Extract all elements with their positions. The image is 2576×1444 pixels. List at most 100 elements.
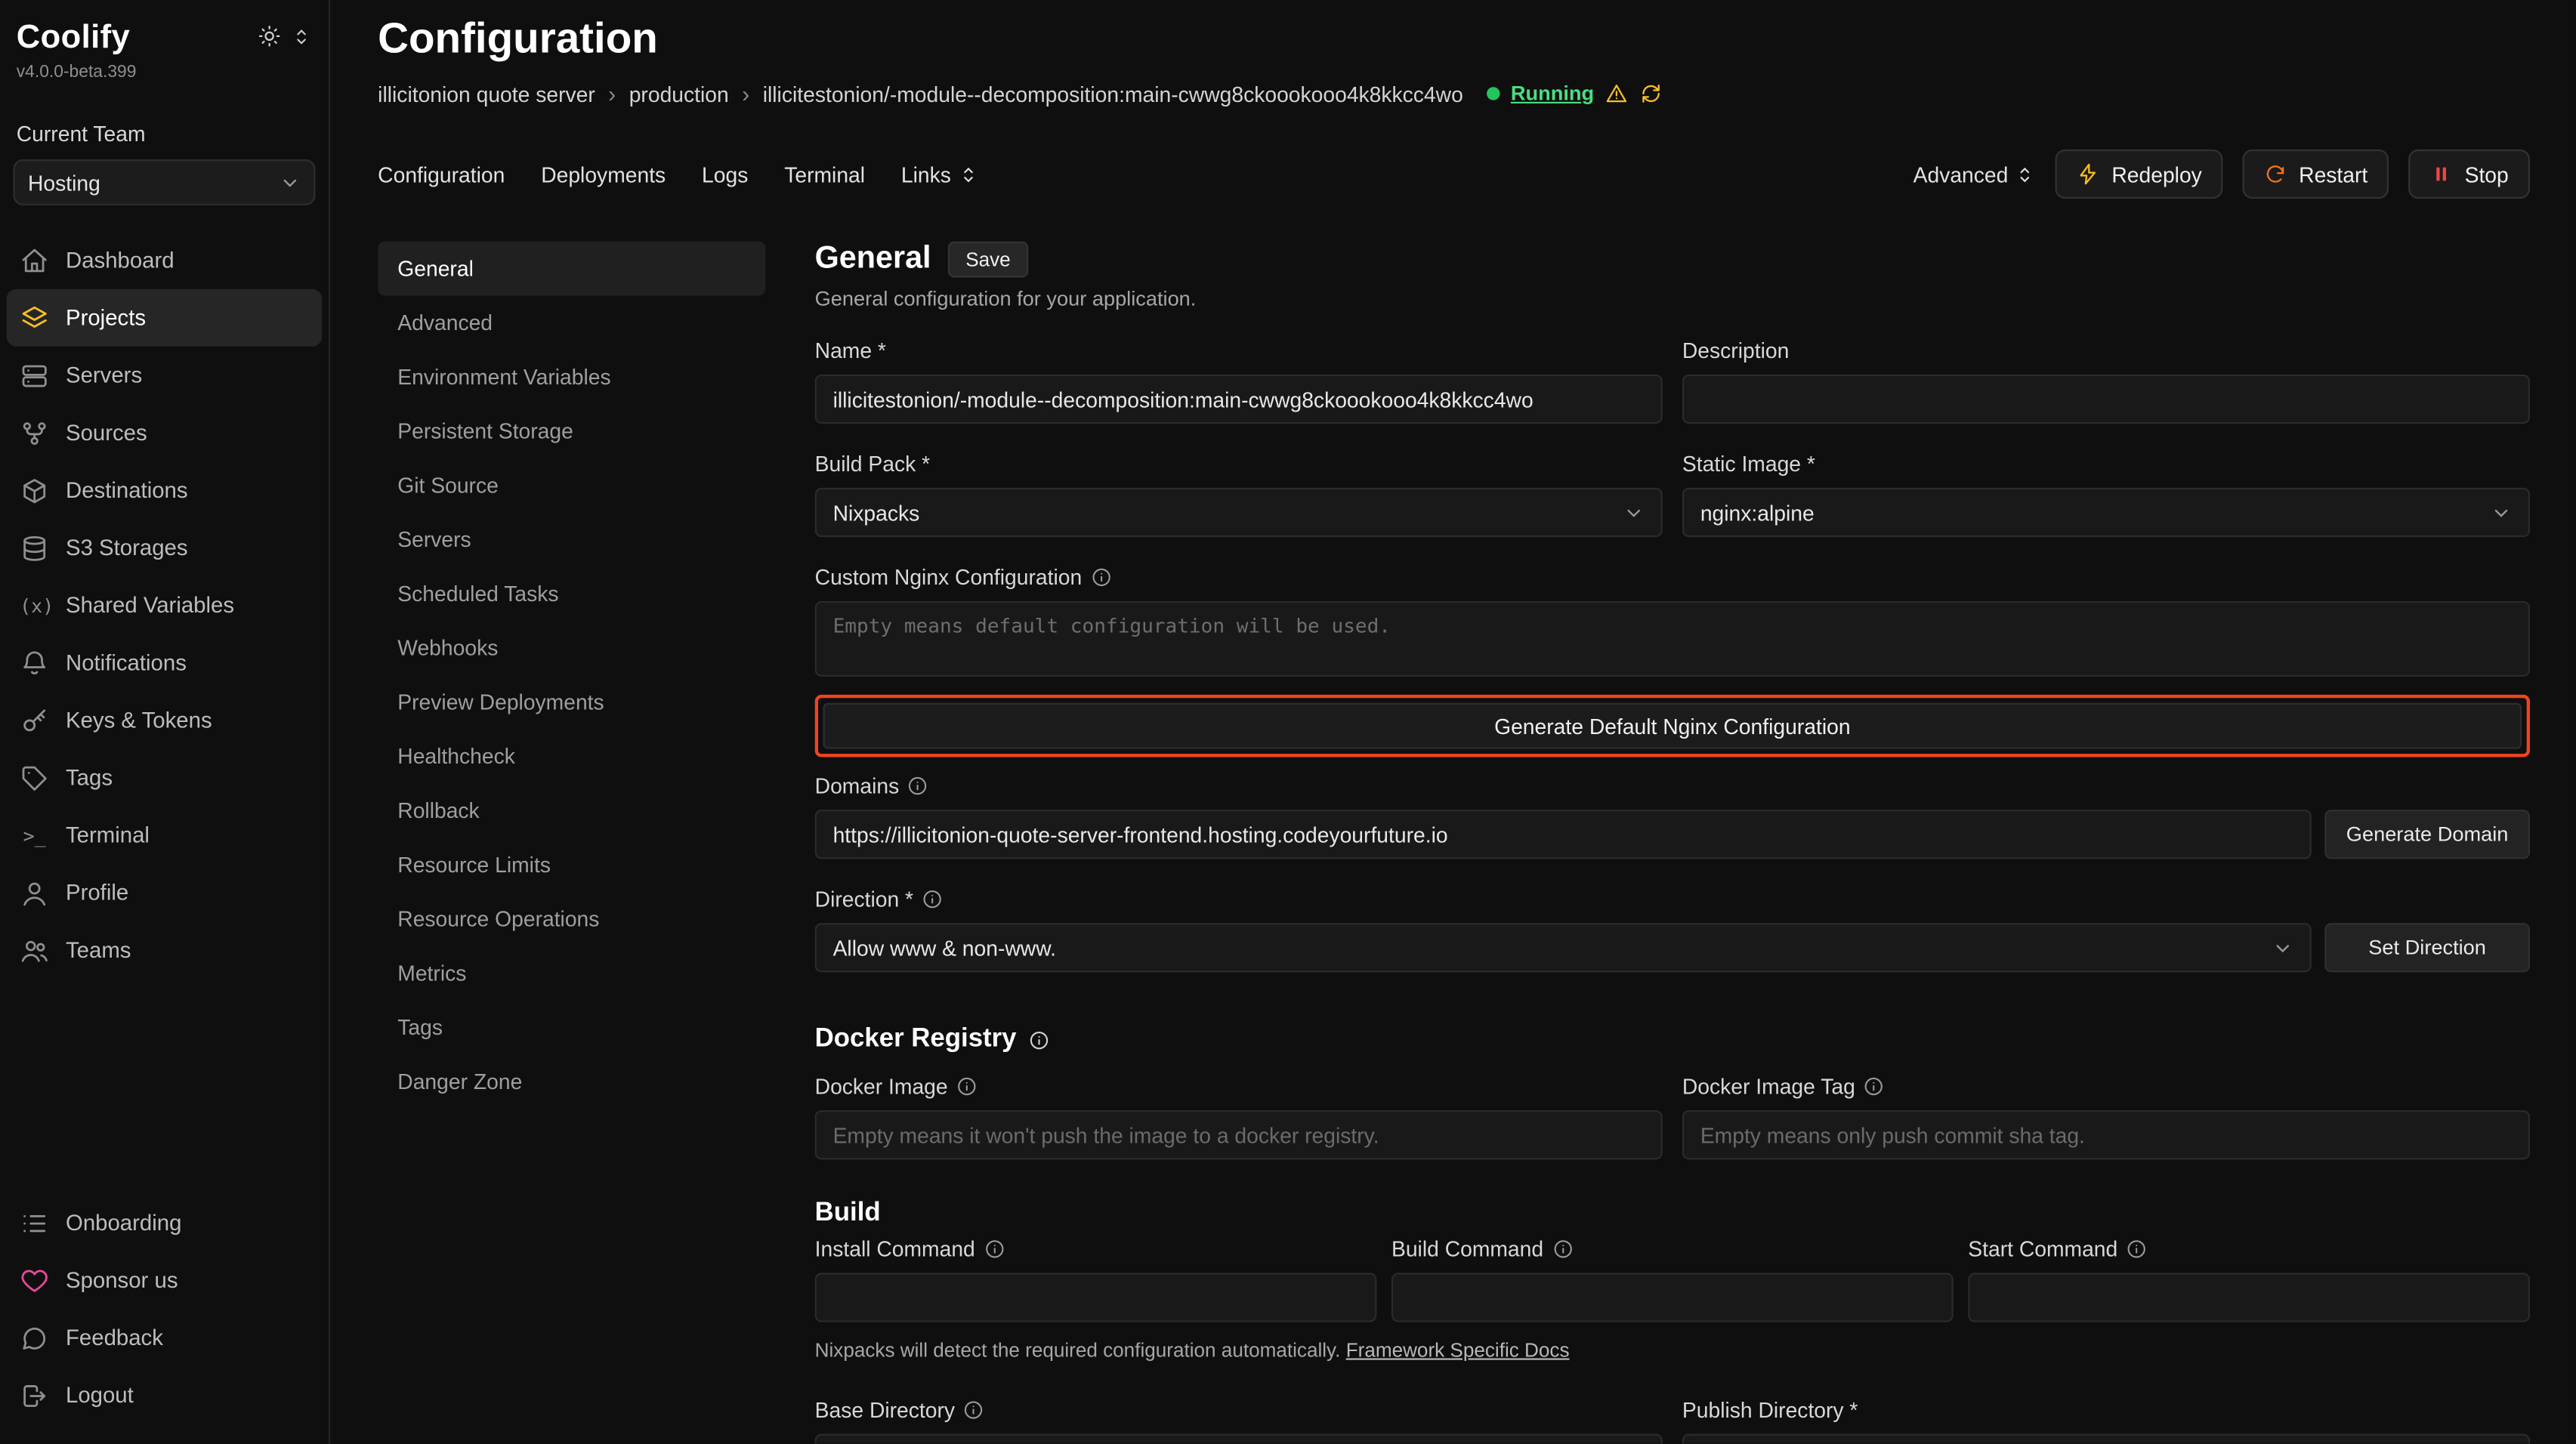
- domains-input[interactable]: [815, 810, 2312, 859]
- app-logo: Coolify: [17, 20, 130, 57]
- app-version: v4.0.0-beta.399: [7, 57, 323, 82]
- selector-icon: [2015, 163, 2036, 184]
- sidebar-item-dashboard[interactable]: Dashboard: [7, 232, 323, 289]
- team-select[interactable]: Hosting: [13, 159, 315, 205]
- theme-selector-icon[interactable]: [291, 26, 312, 47]
- config-nav-git-source[interactable]: Git Source: [378, 458, 765, 513]
- tab-terminal[interactable]: Terminal: [784, 162, 865, 187]
- sidebar-item-projects[interactable]: Projects: [7, 289, 323, 347]
- config-nav-persistent-storage[interactable]: Persistent Storage: [378, 404, 765, 458]
- base-directory-label: Base Directory: [815, 1398, 955, 1423]
- tab-configuration[interactable]: Configuration: [378, 162, 505, 187]
- restart-button[interactable]: Restart: [2243, 150, 2389, 199]
- advanced-dropdown[interactable]: Advanced: [1913, 162, 2037, 187]
- sidebar-item-feedback[interactable]: Feedback: [7, 1309, 323, 1366]
- status-badge[interactable]: Running: [1511, 82, 1594, 105]
- config-nav-healthcheck[interactable]: Healthcheck: [378, 730, 765, 784]
- direction-value: Allow www & non-www.: [833, 935, 1056, 960]
- config-nav-webhooks[interactable]: Webhooks: [378, 621, 765, 675]
- info-icon: [963, 1399, 984, 1421]
- sidebar-item-label: Shared Variables: [66, 593, 234, 618]
- refresh-icon[interactable]: [1640, 82, 1663, 105]
- status-group: Running: [1486, 82, 1663, 105]
- info-icon: [1090, 566, 1111, 588]
- tab-deployments[interactable]: Deployments: [541, 162, 666, 187]
- build-pack-value: Nixpacks: [833, 500, 920, 525]
- sidebar-item-teams[interactable]: Teams: [7, 921, 323, 979]
- terminal-icon: >_: [20, 824, 49, 847]
- config-nav-tags[interactable]: Tags: [378, 1000, 765, 1054]
- braces-icon: (x): [20, 594, 49, 616]
- config-nav-rollback[interactable]: Rollback: [378, 783, 765, 838]
- config-nav-environment-variables[interactable]: Environment Variables: [378, 350, 765, 404]
- stop-button[interactable]: Stop: [2409, 150, 2530, 199]
- nginx-config-textarea[interactable]: [815, 601, 2530, 677]
- description-input[interactable]: [1682, 375, 2530, 424]
- sidebar-nav: Dashboard Projects Servers Sources Desti…: [7, 232, 323, 979]
- info-icon: [1552, 1239, 1573, 1260]
- framework-docs-link[interactable]: Framework Specific Docs: [1346, 1338, 1570, 1361]
- docker-image-tag-input[interactable]: [1682, 1110, 2530, 1159]
- generate-nginx-button[interactable]: Generate Default Nginx Configuration: [823, 703, 2522, 749]
- config-nav-resource-operations[interactable]: Resource Operations: [378, 892, 765, 946]
- config-nav-scheduled-tasks[interactable]: Scheduled Tasks: [378, 566, 765, 621]
- layers-icon: [20, 303, 49, 332]
- static-image-select[interactable]: nginx:alpine: [1682, 488, 2530, 537]
- build-command-input[interactable]: [1391, 1273, 1954, 1322]
- sidebar-item-keys-tokens[interactable]: Keys & Tokens: [7, 692, 323, 749]
- name-label: Name *: [815, 338, 1663, 363]
- tab-logs[interactable]: Logs: [702, 162, 748, 187]
- install-command-input[interactable]: [815, 1273, 1377, 1322]
- coolify-app: Coolify v4.0.0-beta.399 Current Team Hos…: [0, 0, 2576, 1444]
- sidebar-item-label: Servers: [66, 363, 142, 388]
- sidebar-item-terminal[interactable]: >_ Terminal: [7, 807, 323, 864]
- direction-select[interactable]: Allow www & non-www.: [815, 923, 2312, 972]
- theme-sun-icon[interactable]: [258, 25, 280, 48]
- sidebar-item-s3-storages[interactable]: S3 Storages: [7, 519, 323, 576]
- redeploy-label: Redeploy: [2111, 162, 2201, 187]
- warning-icon[interactable]: [1605, 82, 1628, 105]
- build-title: Build: [815, 1199, 881, 1229]
- sidebar-item-servers[interactable]: Servers: [7, 347, 323, 404]
- sidebar-item-onboarding[interactable]: Onboarding: [7, 1194, 323, 1251]
- sidebar-item-label: S3 Storages: [66, 535, 188, 560]
- build-pack-label: Build Pack *: [815, 452, 1663, 477]
- config-nav-metrics[interactable]: Metrics: [378, 946, 765, 1001]
- sidebar-item-profile[interactable]: Profile: [7, 864, 323, 921]
- redeploy-button[interactable]: Redeploy: [2056, 150, 2223, 199]
- sidebar-item-label: Sources: [66, 421, 147, 446]
- save-button[interactable]: Save: [947, 242, 1028, 278]
- set-direction-button[interactable]: Set Direction: [2324, 923, 2530, 972]
- sidebar-item-logout[interactable]: Logout: [7, 1366, 323, 1424]
- sidebar-item-label: Destinations: [66, 478, 188, 503]
- breadcrumb-project[interactable]: illicitonion quote server: [378, 82, 595, 106]
- config-nav-preview-deployments[interactable]: Preview Deployments: [378, 675, 765, 730]
- config-nav-servers[interactable]: Servers: [378, 513, 765, 567]
- build-pack-select[interactable]: Nixpacks: [815, 488, 1663, 537]
- config-nav-resource-limits[interactable]: Resource Limits: [378, 838, 765, 892]
- sidebar-item-sponsor[interactable]: Sponsor us: [7, 1251, 323, 1309]
- breadcrumb-environment[interactable]: production: [629, 82, 729, 106]
- key-icon: [20, 705, 49, 735]
- start-command-input[interactable]: [1968, 1273, 2530, 1322]
- breadcrumb-application[interactable]: illicitestonion/-module--decomposition:m…: [763, 82, 1463, 106]
- config-nav-advanced[interactable]: Advanced: [378, 295, 765, 350]
- sidebar-item-sources[interactable]: Sources: [7, 404, 323, 461]
- generate-domain-button[interactable]: Generate Domain: [2324, 810, 2530, 859]
- docker-image-input[interactable]: [815, 1110, 1663, 1159]
- sidebar-item-notifications[interactable]: Notifications: [7, 634, 323, 691]
- tab-links[interactable]: Links: [901, 162, 979, 187]
- sidebar-item-label: Projects: [66, 305, 146, 330]
- name-input[interactable]: [815, 375, 1663, 424]
- breadcrumb-separator: ›: [742, 81, 749, 107]
- sidebar-item-destinations[interactable]: Destinations: [7, 461, 323, 519]
- users-icon: [20, 935, 49, 964]
- config-nav-general[interactable]: General: [378, 242, 765, 296]
- current-team-label: Current Team: [13, 122, 315, 147]
- config-nav-danger-zone[interactable]: Danger Zone: [378, 1054, 765, 1109]
- tab-bar: Configuration Deployments Logs Terminal …: [378, 150, 2530, 199]
- sidebar-item-shared-variables[interactable]: (x) Shared Variables: [7, 576, 323, 634]
- restart-label: Restart: [2299, 162, 2368, 187]
- logout-icon: [20, 1381, 49, 1410]
- sidebar-item-tags[interactable]: Tags: [7, 749, 323, 807]
